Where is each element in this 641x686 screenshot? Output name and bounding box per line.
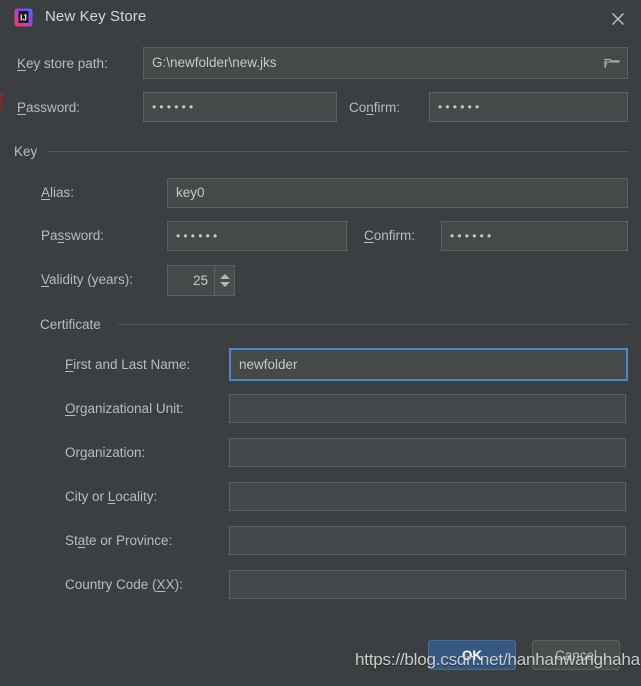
stepper-down-icon[interactable] [220, 282, 230, 287]
certificate-group-separator [118, 324, 628, 325]
new-key-store-dialog: IJ New Key Store Key store path: G:\newf… [0, 0, 641, 686]
stepper-arrows[interactable] [214, 266, 234, 295]
key-validity-value: 25 [168, 266, 214, 295]
certificate-country-code-label: Country Code (XX): [65, 577, 183, 593]
key-store-path-value: G:\newfolder\new.jks [152, 56, 277, 70]
certificate-city-locality-label: City or Locality: [65, 489, 157, 505]
certificate-organizational-unit-label: Organizational Unit: [65, 401, 184, 417]
key-store-confirm-input[interactable]: •••••• [429, 92, 628, 122]
key-store-confirm-label: Confirm: [349, 100, 400, 116]
key-group-separator [48, 151, 628, 152]
key-password-input[interactable]: •••••• [167, 221, 347, 251]
certificate-country-code-input[interactable] [229, 570, 626, 599]
certificate-first-last-name-value: newfolder [239, 358, 298, 372]
key-store-path-label: Key store path: [17, 56, 108, 72]
key-confirm-input[interactable]: •••••• [441, 221, 628, 251]
dialog-title: New Key Store [45, 8, 146, 25]
svg-text:IJ: IJ [20, 14, 27, 23]
key-validity-label: Validity (years): [41, 272, 133, 288]
title-bar: IJ New Key Store [0, 0, 641, 37]
intellij-idea-icon: IJ [13, 7, 34, 28]
ok-button[interactable]: OK [428, 640, 516, 670]
certificate-organizational-unit-input[interactable] [229, 394, 626, 423]
certificate-state-province-label: State or Province: [65, 533, 172, 549]
key-password-label: Password: [41, 228, 104, 244]
certificate-first-last-name-input[interactable]: newfolder [229, 348, 628, 381]
edge-artifact [0, 93, 3, 110]
certificate-city-locality-input[interactable] [229, 482, 626, 511]
certificate-organization-label: Organization: [65, 445, 145, 461]
stepper-up-icon[interactable] [220, 274, 230, 279]
key-validity-stepper[interactable]: 25 [167, 265, 235, 296]
key-store-password-label: Password: [17, 100, 80, 116]
certificate-first-last-name-label: First and Last Name: [65, 357, 190, 373]
certificate-state-province-input[interactable] [229, 526, 626, 555]
key-alias-input[interactable]: key0 [167, 178, 628, 208]
key-confirm-value: •••••• [450, 230, 494, 242]
certificate-group-title: Certificate [40, 317, 108, 332]
key-store-confirm-value: •••••• [438, 101, 482, 113]
folder-icon[interactable] [604, 56, 620, 70]
key-store-password-value: •••••• [152, 101, 196, 113]
cancel-button[interactable]: Cancel [532, 640, 620, 670]
key-store-path-input[interactable]: G:\newfolder\new.jks [143, 47, 628, 79]
key-password-value: •••••• [176, 230, 220, 242]
key-store-password-input[interactable]: •••••• [143, 92, 337, 122]
key-alias-label: Alias: [41, 185, 74, 201]
key-alias-value: key0 [176, 186, 205, 200]
key-group-title: Key [14, 144, 44, 159]
certificate-organization-input[interactable] [229, 438, 626, 467]
key-confirm-label: Confirm: [364, 228, 415, 244]
close-icon[interactable] [595, 0, 641, 37]
